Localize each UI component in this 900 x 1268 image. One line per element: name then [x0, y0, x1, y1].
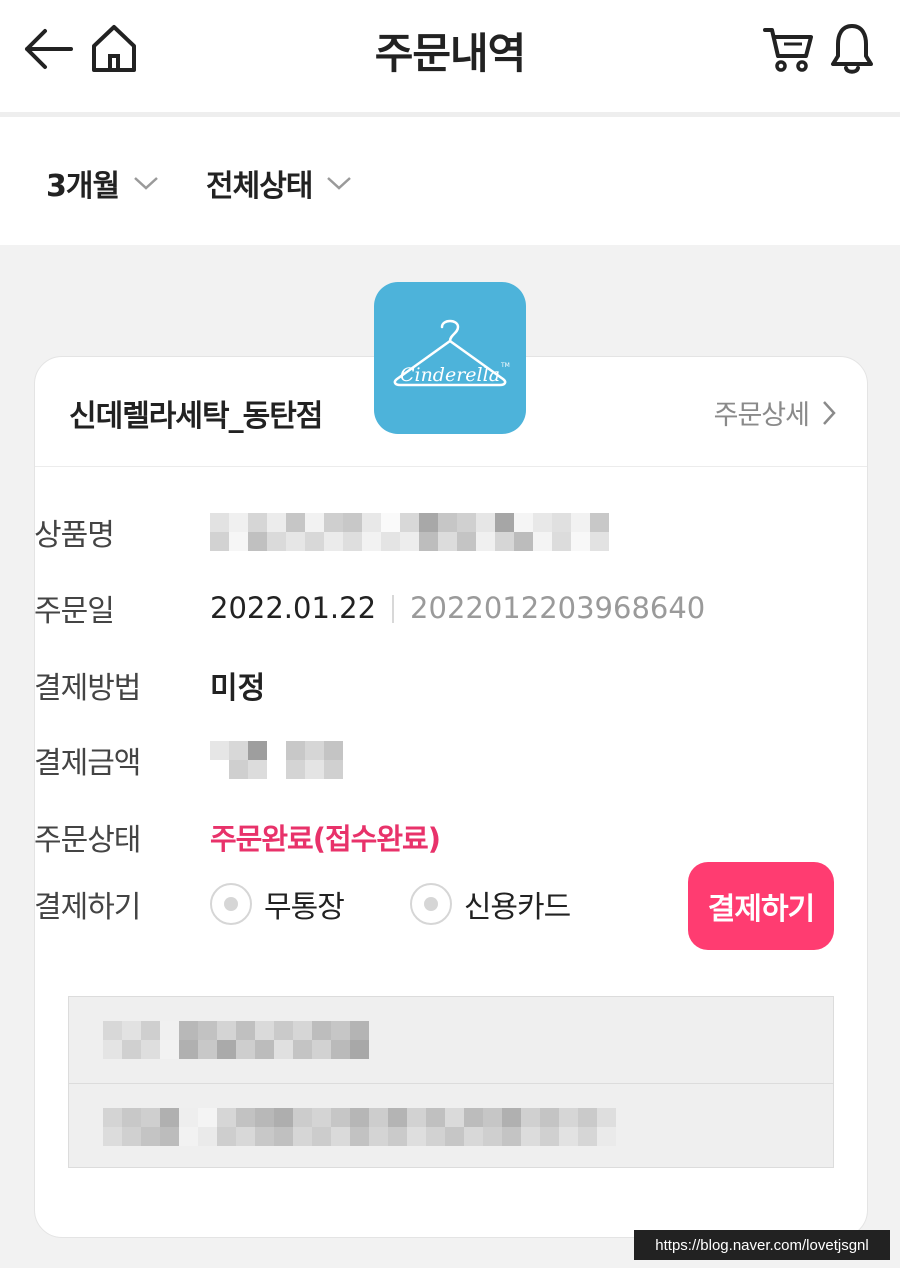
bell-icon — [831, 24, 873, 74]
cart-button[interactable] — [760, 22, 816, 76]
hanger-logo-icon: Cinderella TM — [393, 319, 510, 387]
cart-icon — [763, 28, 813, 72]
order-status-label: 주문상태 — [34, 823, 141, 858]
pay-label: 결제하기 — [34, 890, 141, 925]
radio-credit-card[interactable]: 신용카드 — [409, 882, 571, 926]
pay-button[interactable]: 결제하기 — [688, 862, 834, 950]
period-filter-dropdown[interactable]: 3개월 — [46, 161, 159, 205]
divider — [392, 595, 395, 623]
order-date-row: 주문일 2022.01.22 2022012203968640 — [34, 588, 706, 630]
payment-method-value: 미정 — [210, 671, 266, 706]
status-filter-label: 전체상태 — [206, 169, 313, 204]
radio-button[interactable] — [210, 883, 252, 925]
pay-row: 결제하기 무통장 신용카드 — [34, 882, 571, 926]
status-filter-dropdown[interactable]: 전체상태 — [206, 161, 352, 205]
account-info-box — [68, 996, 834, 1168]
account-info-row — [69, 1083, 833, 1169]
order-detail-label: 주문상세 — [713, 400, 810, 431]
store-name: 신데렐라세탁_동탄점 — [69, 399, 323, 434]
chevron-down-icon — [134, 177, 158, 190]
account-info-redacted — [103, 1108, 616, 1146]
chevron-down-icon — [327, 177, 352, 190]
credit-card-label: 신용카드 — [463, 890, 571, 925]
order-number: 2022012203968640 — [410, 590, 706, 625]
order-status-value: 주문완료(접수완료) — [210, 822, 441, 856]
order-status-row: 주문상태 주문완료(접수완료) — [34, 817, 441, 858]
account-info-row — [69, 997, 833, 1083]
account-info-redacted — [103, 1021, 369, 1059]
product-row: 상품명 — [34, 512, 610, 553]
order-detail-link[interactable]: 주문상세 — [714, 393, 837, 432]
payment-amount-row: 결제금액 — [34, 740, 350, 781]
store-logo: Cinderella TM — [374, 282, 526, 434]
filter-bar: 3개월 전체상태 — [0, 117, 900, 245]
radio-button[interactable] — [409, 883, 452, 925]
order-date-label: 주문일 — [34, 594, 115, 629]
product-name-redacted — [210, 513, 610, 551]
payment-method-label: 결제방법 — [34, 671, 141, 706]
payment-amount-label: 결제금액 — [34, 746, 141, 781]
payment-amount-redacted — [210, 741, 350, 779]
payment-method-row: 결제방법 미정 — [34, 665, 266, 706]
period-filter-label: 3개월 — [46, 169, 120, 204]
chevron-right-icon — [823, 400, 836, 425]
watermark: https://blog.naver.com/lovetjsgnl — [634, 1230, 890, 1260]
svg-text:Cinderella: Cinderella — [400, 364, 500, 386]
product-label: 상품명 — [34, 518, 115, 553]
radio-bank-transfer[interactable]: 무통장 — [210, 882, 345, 926]
bank-transfer-label: 무통장 — [264, 890, 345, 925]
order-date-value: 2022.01.22 — [210, 590, 377, 625]
app-header: 주문내역 — [0, 0, 900, 112]
notification-button[interactable] — [826, 20, 878, 78]
svg-text:TM: TM — [500, 362, 510, 369]
